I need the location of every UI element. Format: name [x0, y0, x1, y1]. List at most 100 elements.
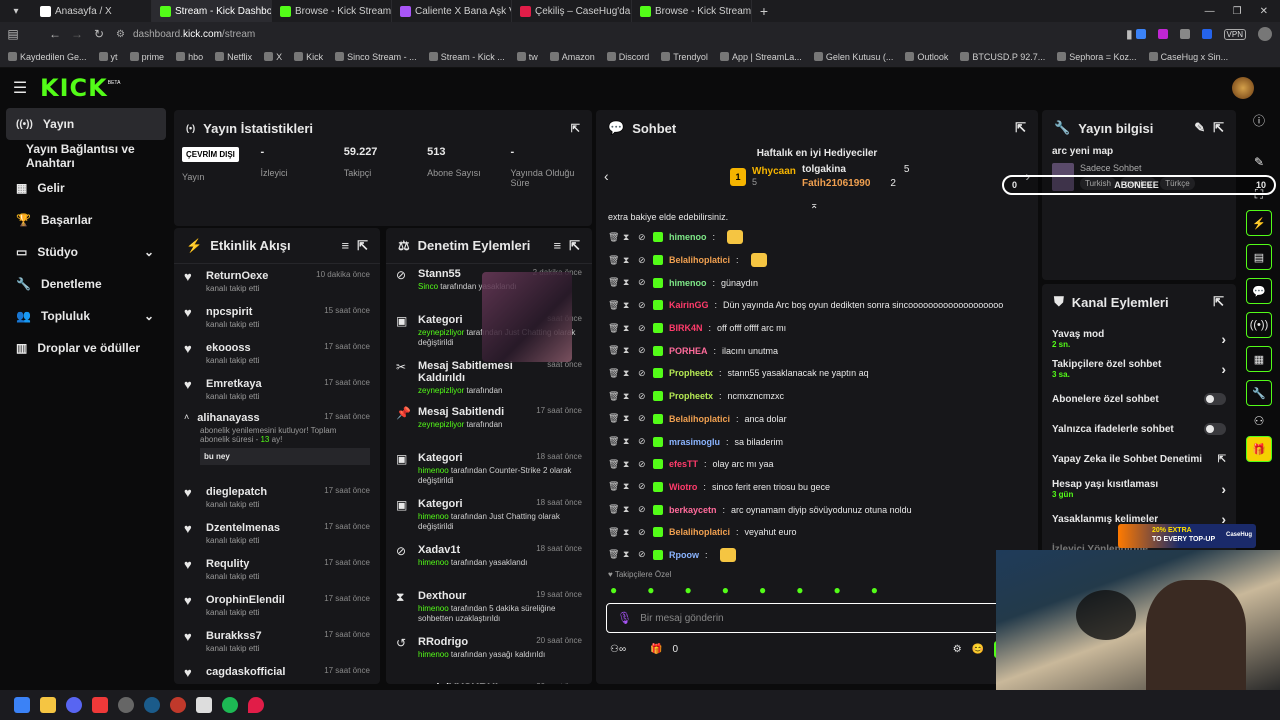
chevron-right-icon[interactable]: ›	[1221, 361, 1226, 377]
ban-icon[interactable]: ⊘	[638, 255, 647, 266]
moderation-item[interactable]: ▣ Kategori 18 saat önce himenoo tarafından …	[386, 448, 592, 494]
timeout-icon[interactable]: ⧗	[623, 391, 632, 402]
delete-icon[interactable]: 🗑	[608, 391, 619, 402]
popout-icon[interactable]: ⇱	[569, 238, 580, 254]
emote-icon[interactable]: ●	[647, 583, 654, 597]
chat-message[interactable]: 🗑 ⧗ ⊘ efesTT: olay arc mı yaa	[596, 453, 1038, 476]
chevron-right-icon[interactable]: ›	[1221, 481, 1226, 497]
chat-emote-icon[interactable]: 😊	[972, 644, 984, 655]
ban-icon[interactable]: ⊘	[638, 459, 647, 470]
external-link-icon[interactable]: ⇱	[1218, 454, 1226, 465]
delete-icon[interactable]: 🗑	[608, 345, 619, 356]
bookmark-item[interactable]: BTCUSD.P 92.7...	[960, 52, 1045, 62]
browser-tab[interactable]: Caliente X Bana Aşk Ver (A	[392, 0, 512, 22]
broadcast-icon[interactable]: ((•))	[1246, 312, 1272, 338]
toggle-switch[interactable]	[1204, 393, 1226, 405]
pencil-icon[interactable]: ✎	[1254, 155, 1264, 169]
delete-icon[interactable]: 🗑	[608, 459, 619, 470]
chat-message[interactable]: 🗑 ⧗ ⊘ Propheetx: ncmxzncmzxc	[596, 385, 1038, 408]
bookmark-item[interactable]: yt	[98, 52, 118, 62]
filter-icon[interactable]: ≡	[342, 238, 350, 253]
channel-action-row[interactable]: Yapay Zeka ile Sohbet Denetimi ⇱	[1042, 444, 1236, 474]
moderation-item[interactable]: 📌 Mesaj Sabitlendi 17 saat önce zeynepizliy…	[386, 402, 592, 448]
chevron-right-icon[interactable]: ›	[1221, 331, 1226, 347]
chat-message[interactable]: 🗑 ⧗ ⊘ Belalihoplatici: anca dolar	[596, 408, 1038, 431]
vivaldi-icon[interactable]	[92, 697, 108, 713]
browser-tab[interactable]: Anasayfa / X	[32, 0, 152, 22]
timeout-icon[interactable]: ⧗	[623, 549, 632, 560]
windows-start-icon[interactable]	[14, 697, 30, 713]
timeout-icon[interactable]: ⧗	[623, 368, 632, 379]
minimize-icon[interactable]: —	[1205, 6, 1215, 17]
timeout-icon[interactable]: ⧗	[623, 527, 632, 538]
moderation-item[interactable]: ▣ Kategori 18 saat önce himenoo tarafından …	[386, 494, 592, 540]
activity-item[interactable]: ♥ Emretkaya kanalı takip etti 17 saat önce	[174, 372, 380, 408]
maps-icon[interactable]	[248, 697, 264, 713]
ban-icon[interactable]: ⊘	[638, 345, 647, 356]
channel-action-row[interactable]: Yalnızca ifadelerle sohbet	[1042, 414, 1236, 444]
info-icon[interactable]: ⓘ	[1253, 112, 1265, 129]
bookmark-item[interactable]: Stream - Kick ...	[428, 52, 505, 62]
new-tab-button[interactable]: +	[752, 3, 776, 19]
bookmark-item[interactable]: CaseHug x Sin...	[1148, 52, 1228, 62]
timeout-icon[interactable]: ⧗	[623, 413, 632, 424]
chat-icon[interactable]: 💬	[1246, 278, 1272, 304]
delete-icon[interactable]: 🗑	[608, 527, 619, 538]
mic-icon[interactable]: 🎙	[617, 611, 632, 625]
delete-icon[interactable]: 🗑	[608, 300, 619, 311]
activity-item[interactable]: ♥ Requlity kanalı takip etti 17 saat önce	[174, 552, 380, 588]
delete-icon[interactable]: 🗑	[608, 232, 619, 243]
gifter-name[interactable]: Fatih21061990	[802, 178, 870, 189]
bookmark-item[interactable]: App | StreamLa...	[719, 52, 802, 62]
ban-icon[interactable]: ⊘	[638, 436, 647, 447]
activity-item[interactable]: ♥ npcspirit kanalı takip etti 15 saat önce	[174, 300, 380, 336]
bookmark-item[interactable]: Kaydedilen Ge...	[8, 52, 87, 62]
kick-logo[interactable]: KICK	[40, 74, 108, 102]
extension-icon[interactable]	[1135, 29, 1146, 39]
timeout-icon[interactable]: ⧗	[623, 300, 632, 311]
bookmark-item[interactable]: tw	[516, 52, 538, 62]
sidebar-item-gelir[interactable]: ▦ Gelir	[0, 172, 172, 204]
obs-icon[interactable]	[118, 697, 134, 713]
emote-icon[interactable]: ●	[610, 583, 617, 597]
channel-action-row[interactable]: Hesap yaşı kısıtlaması 3 gün ›	[1042, 474, 1236, 504]
vpn-badge[interactable]: VPN	[1223, 28, 1246, 40]
profile-avatar-icon[interactable]	[1258, 27, 1272, 41]
expand-pinned-icon[interactable]: ⌅	[810, 200, 818, 211]
ban-icon[interactable]: ⊘	[638, 481, 647, 492]
delete-icon[interactable]: 🗑	[608, 436, 619, 447]
emote-icon[interactable]: ●	[759, 583, 766, 597]
activity-item[interactable]: ♥ ekoooss kanalı takip etti 17 saat önce	[174, 336, 380, 372]
activity-item[interactable]: ♥ Dzentelmenas kanalı takip etti 17 saat ön…	[174, 516, 380, 552]
browser-tab-active[interactable]: Stream - Kick Dashboard	[152, 0, 272, 22]
popout-icon[interactable]: ⇱	[1213, 120, 1224, 136]
promo-banner[interactable]: 20% EXTRA TO EVERY TOP-UP CaseHug	[1118, 524, 1256, 548]
chat-message[interactable]: 🗑 ⧗ ⊘ Belalihoplatici:	[596, 249, 1038, 272]
bookmark-item[interactable]: Gelen Kutusu (...	[813, 52, 893, 62]
extension-icon[interactable]	[1157, 29, 1168, 39]
popout-icon[interactable]: ⇱	[571, 122, 580, 135]
edit-pencil-icon[interactable]: ✎	[1194, 120, 1205, 136]
emote-icon[interactable]: ●	[722, 583, 729, 597]
timeout-icon[interactable]: ⧗	[623, 459, 632, 470]
popout-icon[interactable]: ⇱	[1015, 120, 1026, 136]
close-window-icon[interactable]: ✕	[1260, 6, 1268, 17]
chat-message[interactable]: 🗑 ⧗ ⊘ BIRK4N: off offf offff arc mı	[596, 317, 1038, 340]
activity-item[interactable]: ♥ OrophinElendil kanalı takip etti 17 saat …	[174, 588, 380, 624]
sidebar-item-droplar[interactable]: ▥ Droplar ve ödüller	[0, 332, 172, 364]
bookmark-item[interactable]: hbo	[176, 52, 203, 62]
timeout-icon[interactable]: ⧗	[623, 436, 632, 447]
extension-icon[interactable]	[1201, 29, 1212, 39]
emote-icon[interactable]: ●	[871, 583, 878, 597]
bookmark-item[interactable]: Netflix	[215, 52, 252, 62]
forward-icon[interactable]: →	[66, 27, 88, 41]
sidebar-item-studyo[interactable]: ▭ Stüdyo ⌄	[0, 236, 172, 268]
chat-message[interactable]: 🗑 ⧗ ⊘ Propheetx: stann55 yasaklanacak ne yap…	[596, 362, 1038, 385]
activity-item[interactable]: ♥ ReturnOexe kanalı takip etti 10 dakika ön…	[174, 264, 380, 300]
ban-icon[interactable]: ⊘	[638, 549, 647, 560]
gift-box-icon[interactable]: 🎁	[1246, 436, 1272, 462]
ban-icon[interactable]: ⊘	[638, 323, 647, 334]
timeout-icon[interactable]: ⧗	[623, 255, 632, 266]
emote-icon[interactable]: ●	[796, 583, 803, 597]
bookmark-item[interactable]: Outlook	[905, 52, 948, 62]
